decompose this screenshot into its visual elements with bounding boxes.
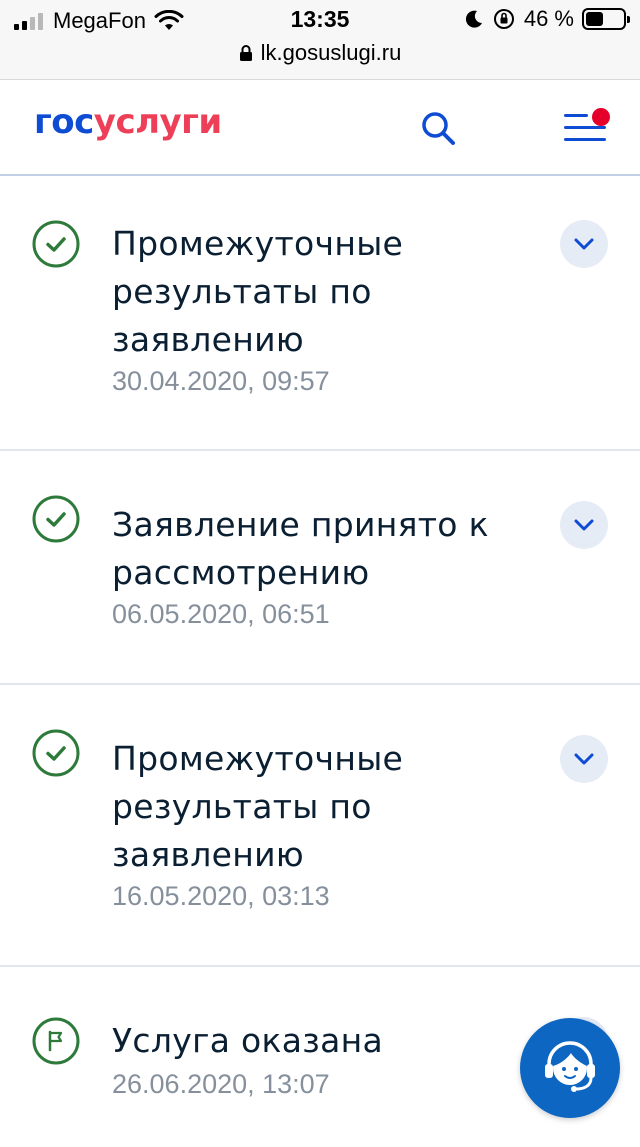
check-circle-icon xyxy=(32,220,80,268)
timeline-item-date: 06.05.2020, 06:51 xyxy=(112,599,330,629)
app-header: госуслуги xyxy=(0,80,640,176)
support-chat-button[interactable] xyxy=(520,1018,620,1118)
battery-icon xyxy=(582,8,630,30)
battery-level xyxy=(586,12,603,26)
logo-part-gos: гос xyxy=(34,102,94,142)
chevron-down-icon xyxy=(574,238,594,250)
status-bar: MegaFon 13:35 46 % xyxy=(0,0,640,40)
menu-line xyxy=(564,114,588,117)
menu-line xyxy=(564,138,606,141)
timeline-item: Промежуточные результаты по заявлению 16… xyxy=(0,685,640,967)
url-text: lk.gosuslugi.ru xyxy=(260,40,402,65)
expand-button[interactable] xyxy=(560,220,608,268)
timeline-item-title: Промежуточные результаты по заявлению xyxy=(112,739,404,874)
timeline-list: Промежуточные результаты по заявлению 30… xyxy=(0,176,640,1147)
timeline-item: Заявление принято к рассмотрению 06.05.2… xyxy=(0,451,640,685)
menu-line xyxy=(564,126,606,129)
battery-percent: 46 % xyxy=(523,6,574,31)
flag-circle-icon xyxy=(32,1017,80,1065)
timeline-item: Промежуточные результаты по заявлению 30… xyxy=(0,176,640,451)
support-operator-icon xyxy=(545,1041,595,1092)
url-container: lk.gosuslugi.ru xyxy=(239,40,402,66)
timeline-item-date: 26.06.2020, 13:07 xyxy=(112,1069,330,1099)
expand-button[interactable] xyxy=(560,735,608,783)
status-right: 46 % xyxy=(464,6,630,32)
search-icon xyxy=(422,112,455,145)
timeline-item-title: Заявление принято к рассмотрению xyxy=(112,505,489,592)
search-button[interactable] xyxy=(418,108,458,148)
lock-icon xyxy=(239,45,252,61)
gosuslugi-logo[interactable]: госуслуги xyxy=(34,102,222,142)
check-circle-icon xyxy=(32,729,80,777)
chevron-down-icon xyxy=(574,519,594,531)
timeline-item-date: 30.04.2020, 09:57 xyxy=(112,366,330,396)
chevron-down-icon xyxy=(574,753,594,765)
menu-button[interactable] xyxy=(564,106,612,146)
browser-url-bar[interactable]: lk.gosuslugi.ru xyxy=(0,40,640,80)
timeline-item-title: Услуга оказана xyxy=(112,1021,384,1060)
moon-icon xyxy=(465,10,482,28)
expand-button[interactable] xyxy=(560,501,608,549)
timeline-item-date: 16.05.2020, 03:13 xyxy=(112,881,330,911)
logo-part-uslugi: услуги xyxy=(93,102,222,142)
notification-dot xyxy=(592,108,610,126)
timeline-item-title: Промежуточные результаты по заявлению xyxy=(112,224,404,359)
orientation-lock-icon xyxy=(493,9,514,29)
check-circle-icon xyxy=(32,495,80,543)
